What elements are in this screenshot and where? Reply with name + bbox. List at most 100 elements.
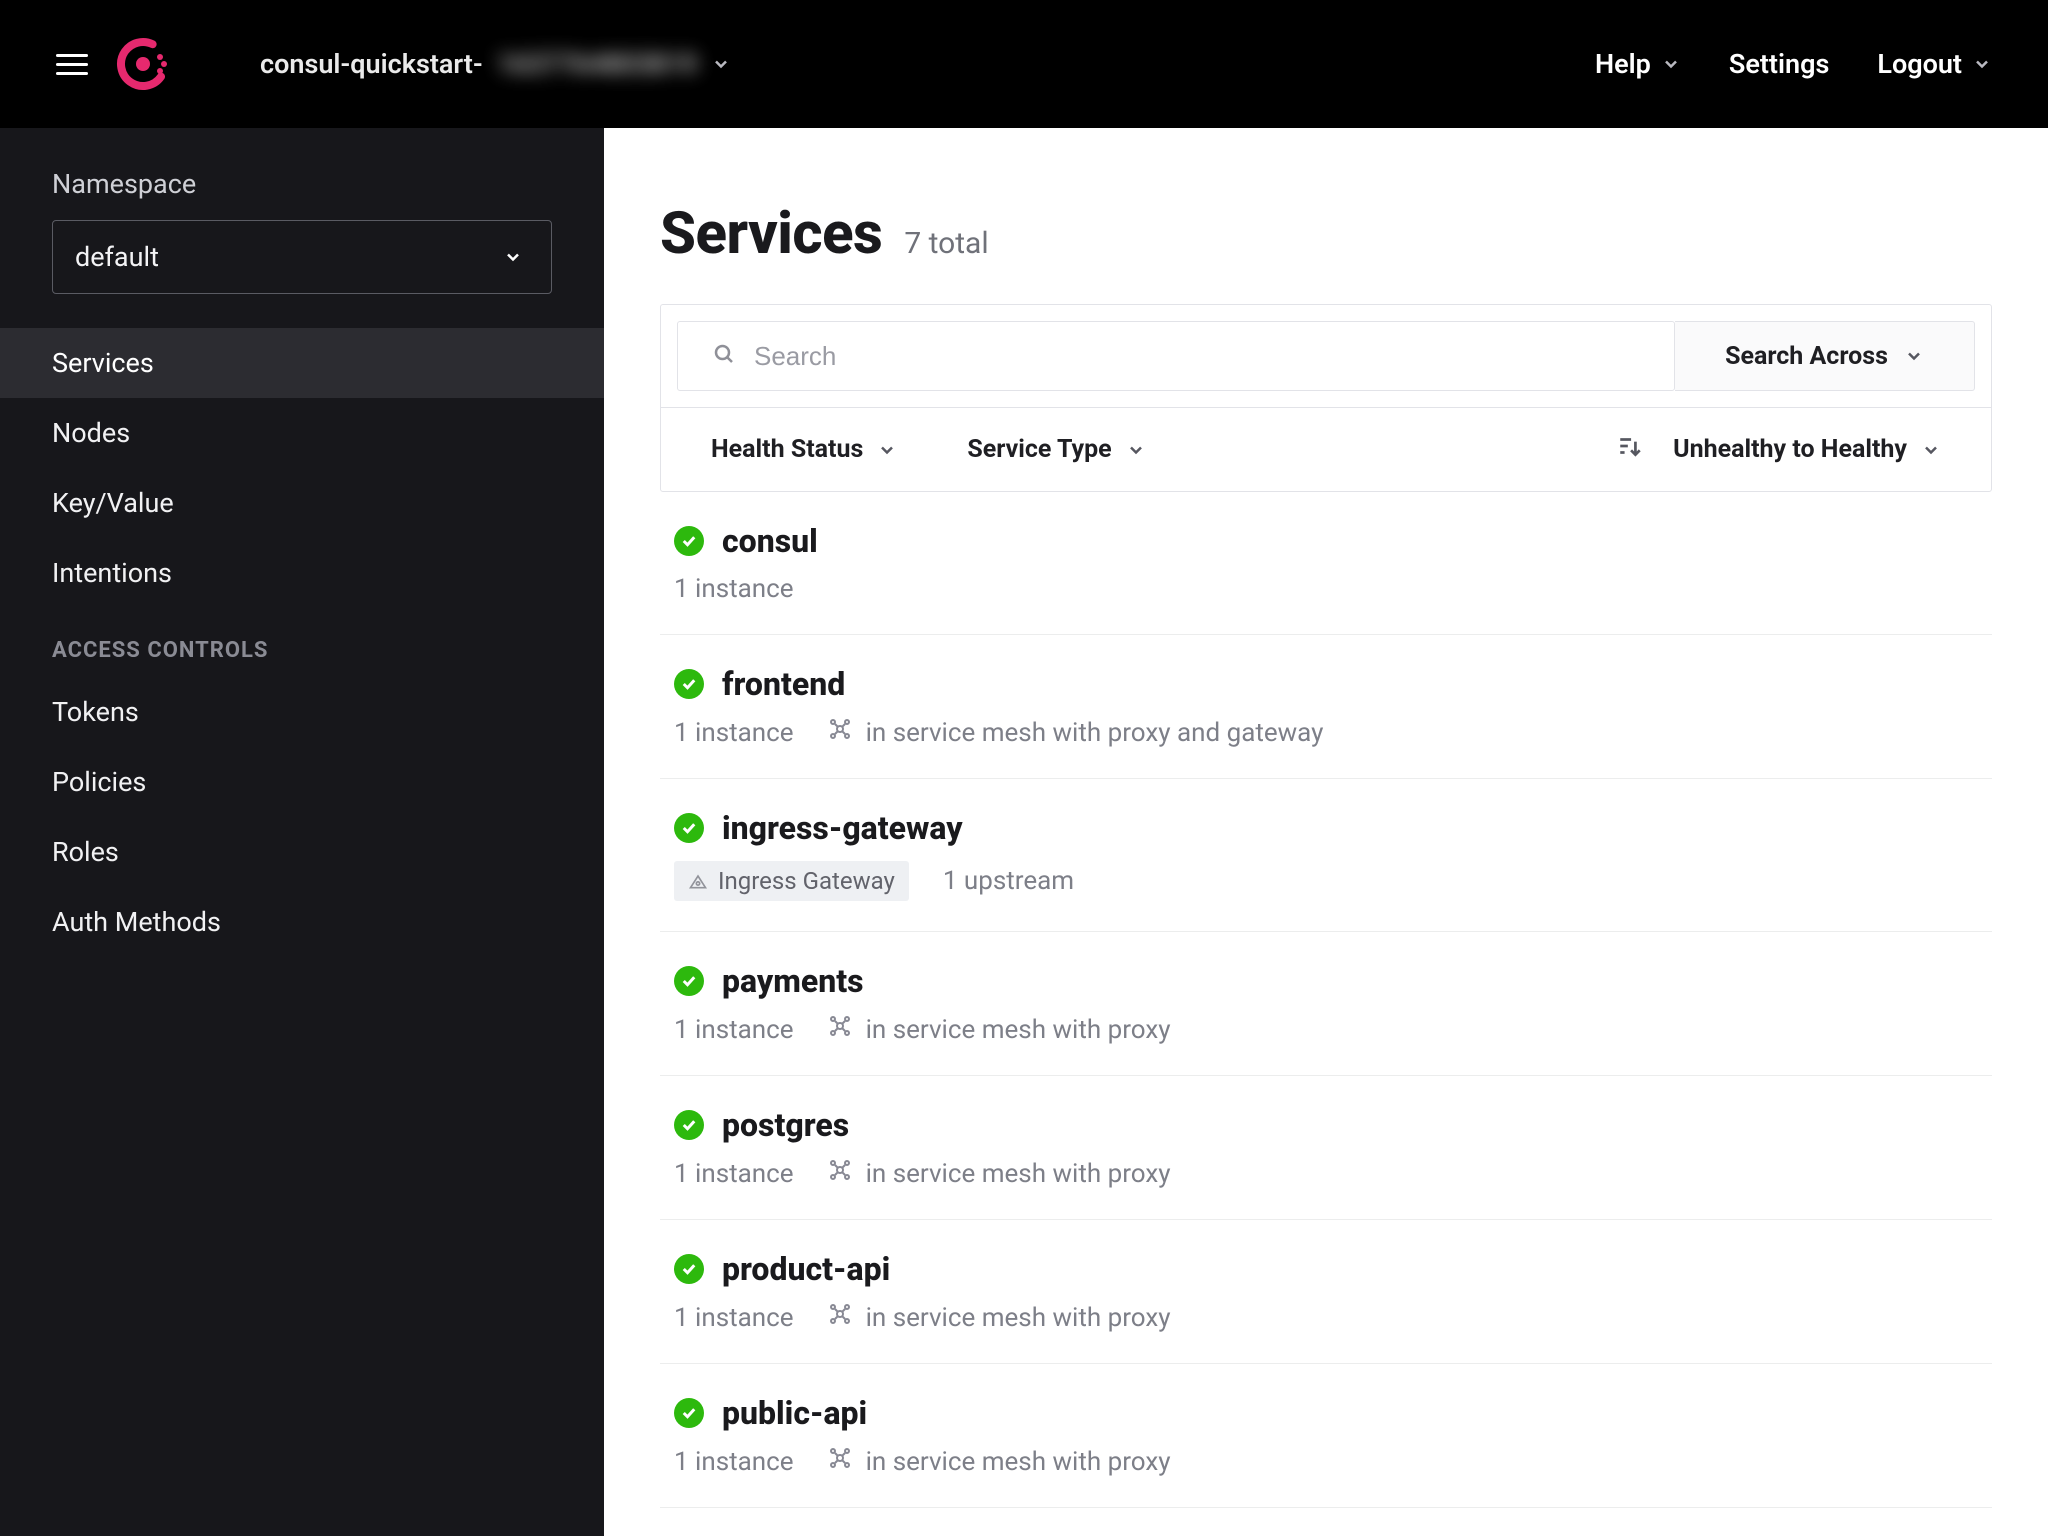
help-label: Help (1595, 48, 1651, 80)
page-title: Services (660, 200, 882, 268)
chevron-down-icon (877, 440, 897, 460)
chevron-down-icon (1972, 54, 1992, 74)
namespace-selector[interactable]: default (52, 220, 552, 294)
page-count: 7 total (904, 226, 988, 261)
instance-count: 1 instance (674, 1159, 794, 1189)
sidebar-item-label: Tokens (52, 696, 139, 728)
datacenter-selector[interactable]: consul-quickstart- 1637764803819 (260, 48, 731, 80)
sidebar-item-auth-methods[interactable]: Auth Methods (0, 887, 604, 957)
instance-count: 1 instance (674, 718, 794, 748)
sidebar-item-label: Services (52, 347, 154, 379)
upstream-count: 1 upstream (943, 866, 1074, 896)
mesh-info: in service mesh with proxy (828, 1302, 1171, 1333)
sidebar-item-label: Auth Methods (52, 906, 221, 938)
filter-health-status[interactable]: Health Status (711, 435, 897, 464)
datacenter-name-prefix: consul-quickstart- (260, 48, 483, 80)
mesh-label: in service mesh with proxy (866, 1447, 1171, 1477)
health-check-icon (674, 813, 704, 843)
mesh-label: in service mesh with proxy and gateway (866, 718, 1324, 748)
sidebar-item-label: Key/Value (52, 487, 174, 519)
service-row[interactable]: product-api 1 instance in service mesh wi… (660, 1220, 1992, 1364)
logout-menu[interactable]: Logout (1877, 48, 1992, 80)
namespace-value: default (75, 241, 159, 273)
health-check-icon (674, 669, 704, 699)
main-content: Services 7 total Search Across Health St (604, 128, 2048, 1536)
logout-label: Logout (1877, 48, 1962, 80)
filter-label: Service Type (967, 435, 1111, 464)
settings-label: Settings (1729, 48, 1830, 80)
service-tag: Ingress Gateway (674, 861, 909, 901)
health-check-icon (674, 526, 704, 556)
service-row[interactable]: frontend 1 instance in service mesh with … (660, 635, 1992, 779)
service-name: payments (722, 962, 864, 1000)
instance-count: 1 instance (674, 574, 794, 604)
service-name: postgres (722, 1106, 849, 1144)
sidebar-section-access: ACCESS CONTROLS (0, 608, 604, 677)
top-bar: consul-quickstart- 1637764803819 Help Set… (0, 0, 2048, 128)
mesh-icon (828, 1158, 852, 1189)
instance-count: 1 instance (674, 1447, 794, 1477)
sidebar-item-label: Policies (52, 766, 146, 798)
sidebar-item-policies[interactable]: Policies (0, 747, 604, 817)
instance-count: 1 instance (674, 1015, 794, 1045)
top-nav-right: Help Settings Logout (1595, 48, 1992, 80)
search-input[interactable] (754, 341, 1640, 372)
chevron-down-icon (711, 54, 731, 74)
filter-label: Health Status (711, 435, 863, 464)
sidebar-item-nodes[interactable]: Nodes (0, 398, 604, 468)
toolbar: Search Across Health Status Service Type (660, 304, 1992, 492)
health-check-icon (674, 1398, 704, 1428)
tag-label: Ingress Gateway (718, 867, 895, 895)
sort-dropdown[interactable]: Unhealthy to Healthy (1673, 435, 1941, 464)
mesh-icon (828, 1302, 852, 1333)
sidebar-item-intentions[interactable]: Intentions (0, 538, 604, 608)
mesh-icon (828, 717, 852, 748)
sort-label: Unhealthy to Healthy (1673, 435, 1907, 464)
mesh-label: in service mesh with proxy (866, 1159, 1171, 1189)
service-row[interactable]: postgres 1 instance in service mesh with … (660, 1076, 1992, 1220)
service-name: frontend (722, 665, 845, 703)
service-name: consul (722, 522, 818, 560)
sidebar-item-services[interactable]: Services (0, 328, 604, 398)
service-name: ingress-gateway (722, 809, 963, 847)
sidebar-item-tokens[interactable]: Tokens (0, 677, 604, 747)
datacenter-name-suffix: 1637764803819 (497, 48, 698, 80)
mesh-info: in service mesh with proxy (828, 1014, 1171, 1045)
menu-toggle-icon[interactable] (56, 48, 88, 80)
health-check-icon (674, 966, 704, 996)
instance-count: 1 instance (674, 1303, 794, 1333)
sidebar-item-label: Roles (52, 836, 119, 868)
mesh-info: in service mesh with proxy and gateway (828, 717, 1324, 748)
sidebar: Namespace default Services Nodes Key/Val… (0, 128, 604, 1536)
sort-icon (1617, 433, 1643, 466)
sidebar-item-label: Intentions (52, 557, 172, 589)
service-row[interactable]: consul 1 instance (660, 492, 1992, 635)
service-row[interactable]: public-api 1 instance in service mesh wit… (660, 1364, 1992, 1508)
mesh-info: in service mesh with proxy (828, 1158, 1171, 1189)
service-row[interactable]: payments 1 instance in service mesh with … (660, 932, 1992, 1076)
chevron-down-icon (1126, 440, 1146, 460)
search-box[interactable] (677, 321, 1675, 391)
sidebar-item-roles[interactable]: Roles (0, 817, 604, 887)
search-across-label: Search Across (1725, 342, 1888, 371)
search-icon (712, 342, 736, 370)
service-name: public-api (722, 1394, 867, 1432)
namespace-label: Namespace (0, 168, 604, 200)
search-across-dropdown[interactable]: Search Across (1675, 321, 1975, 391)
chevron-down-icon (1921, 440, 1941, 460)
service-name: product-api (722, 1250, 890, 1288)
mesh-icon (828, 1014, 852, 1045)
sidebar-item-label: Nodes (52, 417, 130, 449)
mesh-icon (828, 1446, 852, 1477)
health-check-icon (674, 1110, 704, 1140)
service-list: consul 1 instance frontend 1 instance in … (660, 492, 1992, 1508)
health-check-icon (674, 1254, 704, 1284)
mesh-label: in service mesh with proxy (866, 1015, 1171, 1045)
consul-logo-icon (116, 37, 170, 91)
chevron-down-icon (1661, 54, 1681, 74)
service-row[interactable]: ingress-gateway Ingress Gateway 1 upstrea… (660, 779, 1992, 932)
settings-link[interactable]: Settings (1729, 48, 1830, 80)
help-menu[interactable]: Help (1595, 48, 1681, 80)
sidebar-item-kv[interactable]: Key/Value (0, 468, 604, 538)
filter-service-type[interactable]: Service Type (967, 435, 1145, 464)
